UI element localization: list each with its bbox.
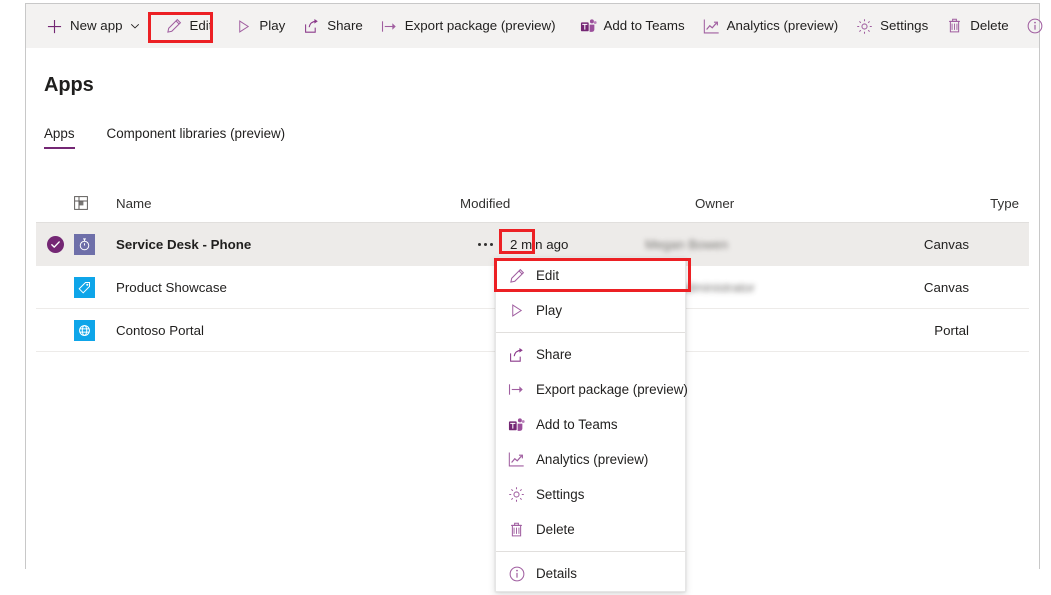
toolbar-play-label: Play [259,19,285,33]
pencil-icon [165,18,182,35]
context-menu-play-item[interactable]: Play [496,293,685,328]
toolbar-details-button[interactable]: Details [1018,4,1051,48]
tab-apps-label: Apps [44,126,75,141]
toolbar-share-label: Share [327,19,362,33]
toolbar-play-button[interactable]: Play [226,4,294,48]
context-menu-settings-label: Settings [536,487,584,502]
trash-icon [946,18,963,35]
row-ellipsis-button[interactable] [472,236,498,254]
toolbar-export-package-label: Export package (preview) [405,19,556,33]
globe-icon [74,320,95,341]
header-name[interactable]: Name [116,196,460,211]
play-icon [508,302,525,319]
export-icon [508,381,525,398]
row-checkbox[interactable] [36,236,74,253]
context-menu-divider [496,332,685,333]
row-app-name[interactable]: Contoso Portal [116,323,460,338]
play-icon [235,18,252,35]
toolbar-edit-label: Edit [189,19,212,33]
toolbar-new-app-label: New app [70,19,122,33]
context-menu-export-package-item[interactable]: Export package (preview) [496,372,685,407]
toolbar-delete-label: Delete [970,19,1008,33]
row-app-icon-cell [74,320,116,341]
row-context-menu: Edit Play Share [495,257,686,592]
gear-icon [508,486,525,503]
tab-component-libraries[interactable]: Component libraries (preview) [107,126,286,149]
page-title: Apps [44,74,94,97]
teams-icon [580,18,597,35]
tab-component-libraries-label: Component libraries (preview) [107,126,286,141]
toolbar-edit-button[interactable]: Edit [156,4,221,48]
header-type[interactable]: Type [925,196,1029,211]
row-app-icon-cell [74,277,116,298]
tab-apps[interactable]: Apps [44,126,75,149]
tab-list: Apps Component libraries (preview) [44,126,317,149]
context-menu-details-item[interactable]: Details [496,556,685,591]
row-ellipsis-cell [460,236,510,254]
context-menu-add-to-teams-label: Add to Teams [536,417,618,432]
context-menu-delete-item[interactable]: Delete [496,512,685,547]
toolbar-share-button[interactable]: Share [294,4,371,48]
row-app-name[interactable]: Service Desk - Phone [116,237,460,252]
toolbar-analytics-label: Analytics (preview) [727,19,839,33]
header-grid-cell[interactable] [74,196,116,210]
analytics-icon [508,451,525,468]
info-icon [508,565,525,582]
stopwatch-icon [74,234,95,255]
chevron-down-icon[interactable] [130,21,140,31]
share-icon [508,346,525,363]
context-menu-edit-label: Edit [536,268,559,283]
gear-icon [856,18,873,35]
export-icon [381,18,398,35]
tag-icon [74,277,95,298]
trash-icon [508,521,525,538]
toolbar-settings-label: Settings [880,19,928,33]
header-owner[interactable]: Owner [695,196,925,211]
context-menu-export-package-label: Export package (preview) [536,382,688,397]
plus-icon [46,18,63,35]
context-menu-details-label: Details [536,566,577,581]
context-menu-share-label: Share [536,347,572,362]
share-icon [303,18,320,35]
pencil-icon [508,267,525,284]
row-type: Portal [875,323,979,338]
context-menu-settings-item[interactable]: Settings [496,477,685,512]
header-modified[interactable]: Modified [460,196,695,211]
context-menu-divider [496,551,685,552]
check-circle-icon [47,236,64,253]
table-header-row: Name Modified Owner Type [36,183,1029,223]
grid-icon [74,196,88,210]
row-type: Canvas [875,280,979,295]
toolbar-add-to-teams-label: Add to Teams [604,19,685,33]
context-menu-share-item[interactable]: Share [496,337,685,372]
row-modified: 2 min ago [510,237,645,252]
context-menu-analytics-label: Analytics (preview) [536,452,648,467]
row-owner: Megan Bowen [645,237,875,252]
toolbar-new-app-button[interactable]: New app [37,4,149,48]
context-menu-play-label: Play [536,303,562,318]
command-bar: New app Edit Play [26,4,1039,48]
context-menu-add-to-teams-item[interactable]: Add to Teams [496,407,685,442]
row-app-icon-cell [74,234,116,255]
context-menu-analytics-item[interactable]: Analytics (preview) [496,442,685,477]
app-page: New app Edit Play [0,0,1051,595]
teams-icon [508,416,525,433]
toolbar-add-to-teams-button[interactable]: Add to Teams [571,4,694,48]
row-app-name[interactable]: Product Showcase [116,280,460,295]
info-icon [1027,18,1044,35]
toolbar-settings-button[interactable]: Settings [847,4,937,48]
toolbar-delete-button[interactable]: Delete [937,4,1017,48]
analytics-icon [703,18,720,35]
context-menu-edit-item[interactable]: Edit [496,258,685,293]
row-type: Canvas [875,237,979,252]
context-menu-delete-label: Delete [536,522,575,537]
toolbar-export-package-button[interactable]: Export package (preview) [372,4,565,48]
toolbar-analytics-button[interactable]: Analytics (preview) [694,4,848,48]
